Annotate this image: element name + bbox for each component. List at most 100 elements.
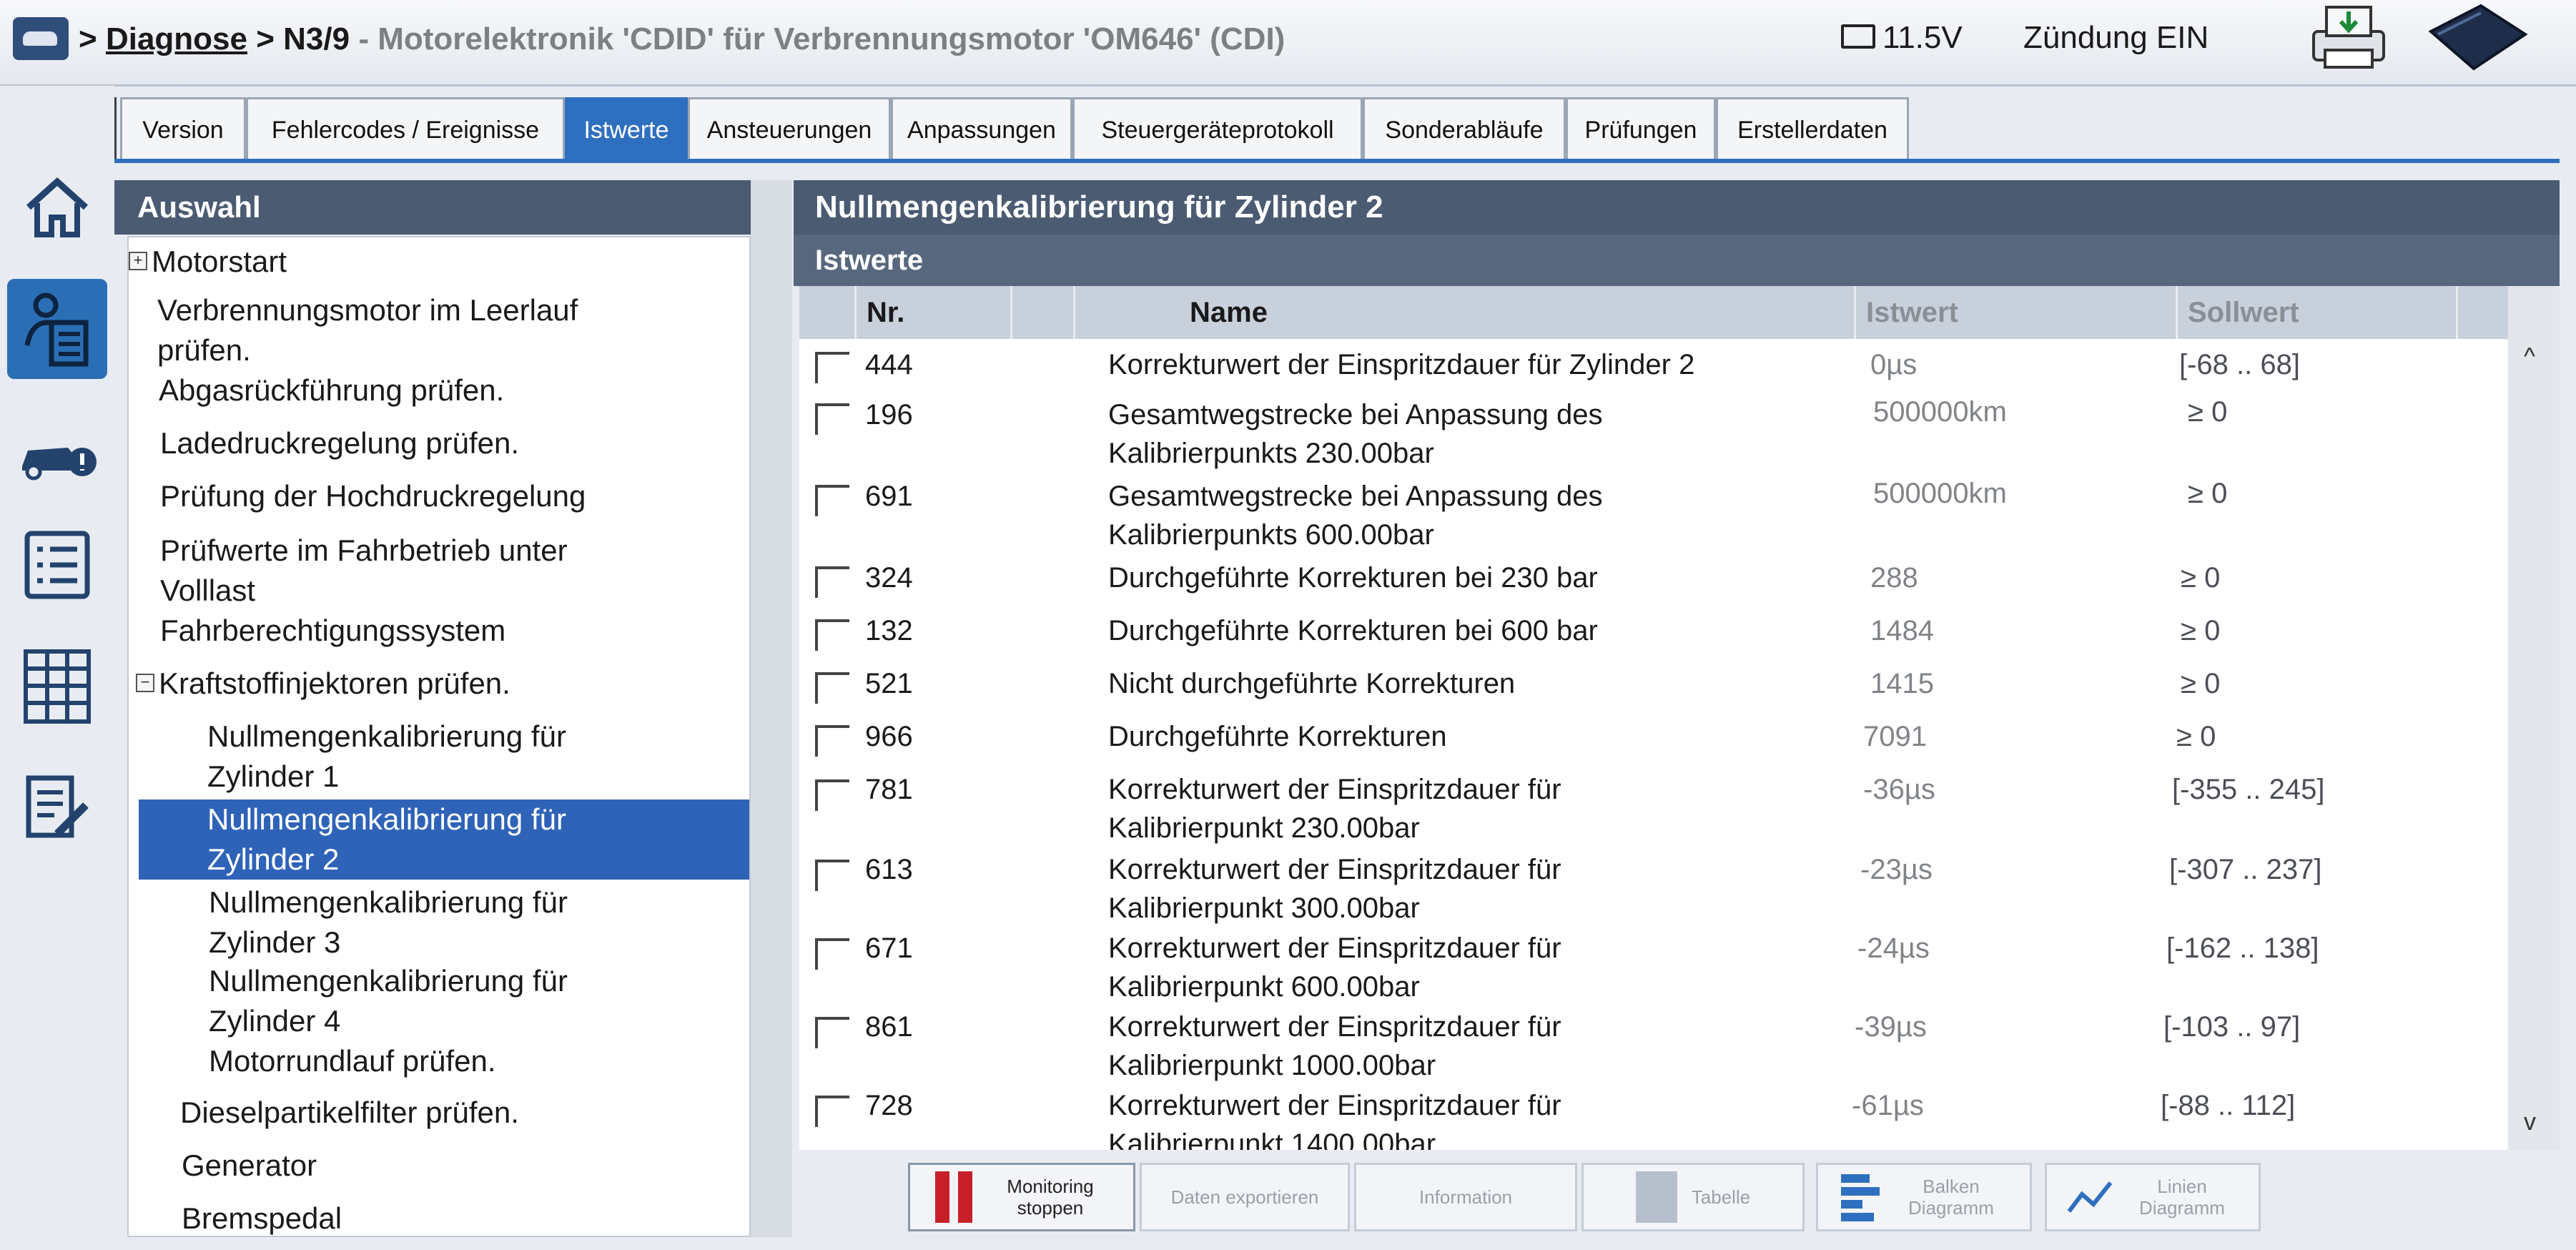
battery-voltage: 11.5V xyxy=(1841,13,1963,63)
tab-fehlercodes[interactable]: Fehlercodes / Ereignisse xyxy=(246,97,565,159)
tree-item-generator[interactable]: Generator xyxy=(182,1146,317,1186)
row-checkbox[interactable] xyxy=(815,485,849,516)
collapse-minus-icon[interactable]: − xyxy=(136,673,154,692)
breadcrumb-ecu: N3/9 xyxy=(283,21,350,56)
list-icon xyxy=(24,531,90,599)
tree-item-zylinder4[interactable]: Nullmengenkalibrierung für xyxy=(209,961,568,1001)
tab-ansteuerungen[interactable]: Ansteuerungen xyxy=(688,97,891,159)
column-header-istwert[interactable]: Istwert xyxy=(1856,286,2178,339)
tree-item-motorstart[interactable]: + Motorstart xyxy=(129,242,287,282)
tree-item-hochdruckregelung[interactable]: Prüfung der Hochdruckregelung xyxy=(160,476,586,516)
content-subtitle: Istwerte xyxy=(794,235,2560,286)
ignition-status: Zündung EIN xyxy=(2023,20,2209,55)
module-grid-icon xyxy=(24,649,91,724)
row-checkbox[interactable] xyxy=(815,779,849,811)
information-button[interactable]: Information xyxy=(1354,1163,1577,1231)
auswahl-tree: +Motorstart ^ Verbrennungsmotor im Leerl… xyxy=(127,236,751,1237)
content-title: Nullmengenkalibrierung für Zylinder 2 xyxy=(794,180,2560,235)
column-header-blank xyxy=(1012,286,1075,339)
line-chart-button[interactable]: Linien Diagramm xyxy=(2045,1163,2261,1231)
nav-diagnosis[interactable] xyxy=(7,279,107,379)
row-checkbox[interactable] xyxy=(815,1017,849,1048)
title-bar: > Diagnose > N3/9 - Motorelektronik 'CDI… xyxy=(0,0,2576,87)
table-icon xyxy=(1635,1171,1677,1223)
voltage-value: 11.5V xyxy=(1882,20,1963,55)
row-checkbox[interactable] xyxy=(815,938,849,970)
printer-icon[interactable] xyxy=(2309,4,2388,70)
tree-item-kraftstoffinjektoren[interactable]: − Kraftstoffinjektoren prüfen. xyxy=(136,664,510,704)
tree-item-ladedruckregelung[interactable]: Ladedruckregelung prüfen. xyxy=(160,423,519,463)
tab-sonderablaeufe[interactable]: Sonderabläufe xyxy=(1363,97,1566,159)
nav-home[interactable] xyxy=(7,157,107,257)
export-data-button[interactable]: Daten exportieren xyxy=(1140,1163,1350,1231)
auswahl-scrollbar[interactable] xyxy=(751,180,792,1237)
tree-item-pruefwerte[interactable]: Prüfwerte im Fahrbetrieb unter xyxy=(160,531,568,571)
tree-item-zylinder2-selected[interactable]: Nullmengenkalibrierung für Zylinder 2 xyxy=(139,799,749,880)
nav-list[interactable] xyxy=(7,515,107,615)
pause-icon xyxy=(935,1171,972,1223)
istwerte-table: Nr. Name Istwert Sollwert 444 Korrekturw… xyxy=(799,286,2508,1150)
breadcrumb-diagnose-link[interactable]: Diagnose xyxy=(106,21,247,56)
column-header-sollwert[interactable]: Sollwert xyxy=(2178,286,2458,339)
table-scrollbar[interactable]: ^ v xyxy=(2508,286,2560,1150)
tree-item-pruefwerte-cont[interactable]: Volllast xyxy=(160,571,255,611)
breadcrumb: > Diagnose > N3/9 - Motorelektronik 'CDI… xyxy=(79,14,1285,64)
manual-icon[interactable] xyxy=(2424,3,2531,74)
tree-item-bremspedal[interactable]: Bremspedal xyxy=(182,1199,342,1236)
document-wrench-icon xyxy=(26,775,89,838)
row-checkbox[interactable] xyxy=(815,352,849,383)
breadcrumb-separator: > xyxy=(256,21,275,56)
home-icon xyxy=(26,177,89,237)
tree-item-zylinder1[interactable]: Nullmengenkalibrierung für xyxy=(207,717,566,757)
tab-istwerte[interactable]: Istwerte xyxy=(565,97,688,159)
row-checkbox[interactable] xyxy=(815,1096,849,1127)
breadcrumb-separator: > xyxy=(79,21,97,56)
main-navigation xyxy=(0,86,114,1250)
vehicle-icon[interactable] xyxy=(13,17,69,60)
tree-item-zylinder4-cont[interactable]: Zylinder 4 xyxy=(209,1001,340,1041)
row-checkbox[interactable] xyxy=(815,619,849,651)
tab-anpassungen[interactable]: Anpassungen xyxy=(891,97,1072,159)
scroll-down-icon[interactable]: v xyxy=(2524,1108,2536,1136)
breadcrumb-ecu-title: Motorelektronik 'CDID' für Verbrennungsm… xyxy=(377,21,1285,56)
row-checkbox[interactable] xyxy=(815,672,849,704)
tree-item-motorrundlauf[interactable]: Motorrundlauf prüfen. xyxy=(209,1041,496,1081)
tree-item-fahrberechtigung[interactable]: Fahrberechtigungssystem xyxy=(160,611,505,651)
scroll-up-icon[interactable]: ^ xyxy=(2524,343,2535,371)
nav-vehicle-faults[interactable] xyxy=(7,408,107,508)
tree-item-zylinder3-cont[interactable]: Zylinder 3 xyxy=(209,922,340,963)
column-header-name[interactable]: Name xyxy=(1104,286,1856,339)
bottom-toolbar: Monitoring stoppen Daten exportieren Inf… xyxy=(794,1151,2560,1237)
nav-modules[interactable] xyxy=(7,636,107,737)
tree-item-leerlauf[interactable]: Verbrennungsmotor im Leerlauf xyxy=(157,290,578,330)
line-chart-icon xyxy=(2067,1181,2113,1213)
tree-item-zylinder1-cont[interactable]: Zylinder 1 xyxy=(207,757,339,797)
bar-chart-icon xyxy=(1841,1174,1880,1221)
tree-item-abgasrueckfuehrung[interactable]: Abgasrückführung prüfen. xyxy=(159,370,504,410)
tree-item-dieselpartikelfilter[interactable]: Dieselpartikelfilter prüfen. xyxy=(180,1093,519,1133)
tab-version[interactable]: Version xyxy=(120,97,246,159)
column-header-blank xyxy=(2458,286,2508,339)
column-header-checkbox xyxy=(799,286,857,339)
column-header-nr[interactable]: Nr. xyxy=(857,286,1012,339)
row-checkbox[interactable] xyxy=(815,403,849,435)
tree-item-zylinder3[interactable]: Nullmengenkalibrierung für xyxy=(209,882,568,922)
row-checkbox[interactable] xyxy=(815,725,849,757)
tab-erstellerdaten[interactable]: Erstellerdaten xyxy=(1716,97,1909,159)
tab-steuergeraeteprotokoll[interactable]: Steuergeräteprotokoll xyxy=(1072,97,1363,159)
nav-service[interactable] xyxy=(7,758,107,858)
tree-item-leerlauf-cont[interactable]: prüfen. xyxy=(157,330,251,370)
tab-divider xyxy=(114,159,2560,163)
diagnosis-person-icon xyxy=(24,292,89,367)
row-checkbox[interactable] xyxy=(815,566,849,598)
table-view-button[interactable]: Tabelle xyxy=(1581,1163,1805,1231)
tab-bar: Version Fehlercodes / Ereignisse Istwert… xyxy=(114,97,2562,160)
row-checkbox[interactable] xyxy=(815,860,849,891)
expand-plus-icon[interactable]: + xyxy=(129,251,147,270)
bar-chart-button[interactable]: Balken Diagramm xyxy=(1816,1163,2032,1231)
car-warning-icon xyxy=(22,448,97,481)
monitoring-stop-button[interactable]: Monitoring stoppen xyxy=(908,1163,1135,1231)
auswahl-header: Auswahl xyxy=(114,180,751,235)
battery-icon xyxy=(1841,24,1875,49)
tab-pruefungen[interactable]: Prüfungen xyxy=(1566,97,1716,159)
